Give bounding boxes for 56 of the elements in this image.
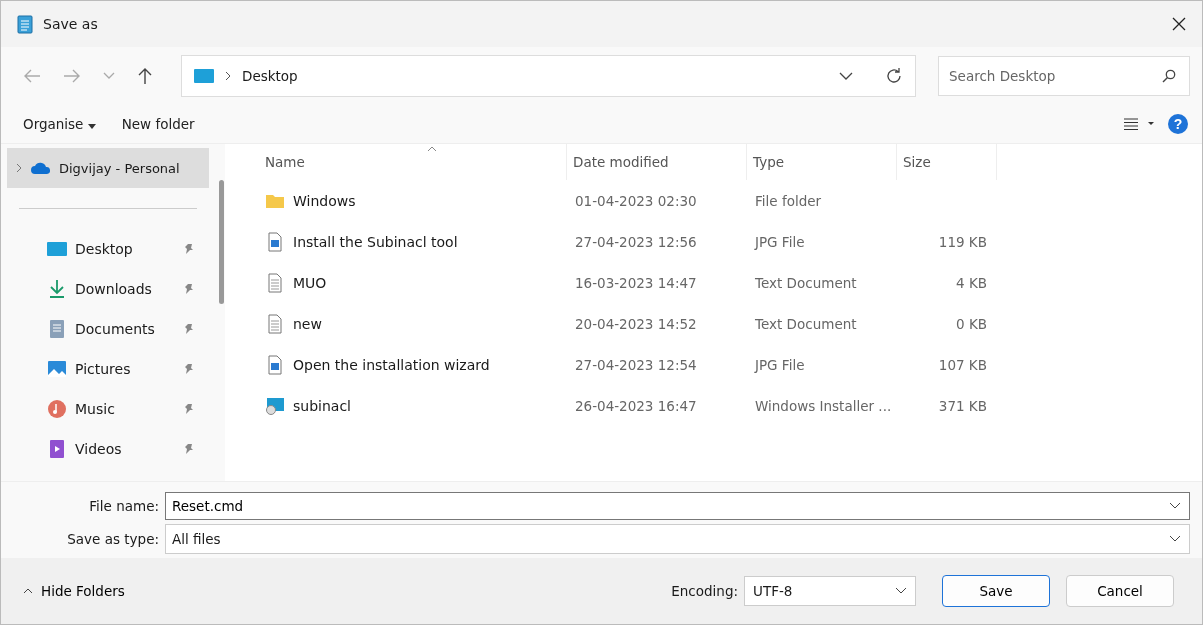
help-button[interactable]: ? xyxy=(1168,114,1188,134)
encoding-label: Encoding: xyxy=(671,583,738,599)
size-cell-text: 0 KB xyxy=(955,315,988,332)
file-name: Open the installation wizard xyxy=(293,356,490,373)
field-label: Save as type: xyxy=(66,531,159,547)
column-header[interactable]: Type xyxy=(747,144,897,180)
file-row[interactable]: Open the installation wizard 27-04-2023 12:54 JPG File 107 KB xyxy=(245,344,1202,385)
type-cell-text: Text Document xyxy=(754,274,858,291)
type-cell-text: JPG File xyxy=(753,356,806,373)
address-bar[interactable]: Desktop xyxy=(181,55,916,97)
hide-folders-button[interactable]: Hide Folders xyxy=(15,579,133,603)
size-cell-text: 4 KB xyxy=(955,274,988,291)
new-folder-button[interactable]: New folder xyxy=(115,112,201,136)
file-name-field[interactable]: Reset.cmd xyxy=(165,492,1190,520)
window-title: Save as xyxy=(43,16,98,32)
sidebar-item[interactable]: Downloads xyxy=(1,269,217,309)
sidebar-item[interactable]: Digvijay - Personal xyxy=(7,148,209,188)
date-cell-text: 27-04-2023 12:56 xyxy=(574,233,698,250)
file-row[interactable]: Windows 01-04-2023 02:30 File folder xyxy=(245,180,1202,221)
file-row[interactable]: subinacl 26-04-2023 16:47 Windows Installer ... 371 KB xyxy=(245,385,1202,426)
date-cell-text: 20-04-2023 14:52 xyxy=(574,315,698,332)
sidebar-item[interactable]: Videos xyxy=(1,429,217,469)
size-cell-text: 119 KB xyxy=(937,233,988,250)
file-name: Windows xyxy=(293,192,356,209)
save-button[interactable]: Save xyxy=(942,575,1050,607)
column-header[interactable]: Date modified xyxy=(567,144,747,180)
file-name: new xyxy=(293,315,322,332)
sidebar-item[interactable]: Desktop xyxy=(1,229,217,269)
date-cell-text: 27-04-2023 12:54 xyxy=(574,356,698,373)
type-cell-text: File folder xyxy=(754,192,823,209)
location-text: Desktop xyxy=(242,68,298,84)
type-cell-text: Windows Installer ... xyxy=(754,397,893,414)
cancel-button[interactable]: Cancel xyxy=(1066,575,1174,607)
file-type-dropdown[interactable]: All files xyxy=(165,524,1190,554)
file-name: Install the Subinacl tool xyxy=(293,233,458,250)
type-cell-text: Text Document xyxy=(754,315,858,332)
date-cell-text: 01-04-2023 02:30 xyxy=(574,192,698,209)
type-cell-text: JPG File xyxy=(753,233,806,250)
size-cell-text: 107 KB xyxy=(937,356,988,373)
organise-button[interactable]: Organise xyxy=(17,112,102,136)
file-row[interactable]: new 20-04-2023 14:52 Text Document 0 KB xyxy=(245,303,1202,344)
file-name: subinacl xyxy=(293,397,351,414)
sidebar-item[interactable]: Music xyxy=(1,389,217,429)
sidebar-item[interactable]: Documents xyxy=(1,309,217,349)
field-label: File name: xyxy=(88,498,159,514)
size-cell-text: 371 KB xyxy=(937,397,988,414)
sidebar-item[interactable]: Pictures xyxy=(1,349,217,389)
column-header[interactable]: Name xyxy=(245,144,567,180)
file-name: MUO xyxy=(293,274,327,291)
date-cell-text: 26-04-2023 16:47 xyxy=(574,397,698,414)
search-field[interactable]: Search Desktop xyxy=(938,56,1190,96)
file-row[interactable]: Install the Subinacl tool 27-04-2023 12:56 JPG File 119 KB xyxy=(245,221,1202,262)
encoding-dropdown[interactable]: UTF-8 xyxy=(744,576,916,606)
date-cell-text: 16-03-2023 14:47 xyxy=(574,274,698,291)
file-row[interactable]: MUO 16-03-2023 14:47 Text Document 4 KB xyxy=(245,262,1202,303)
column-header[interactable]: Size xyxy=(897,144,997,180)
